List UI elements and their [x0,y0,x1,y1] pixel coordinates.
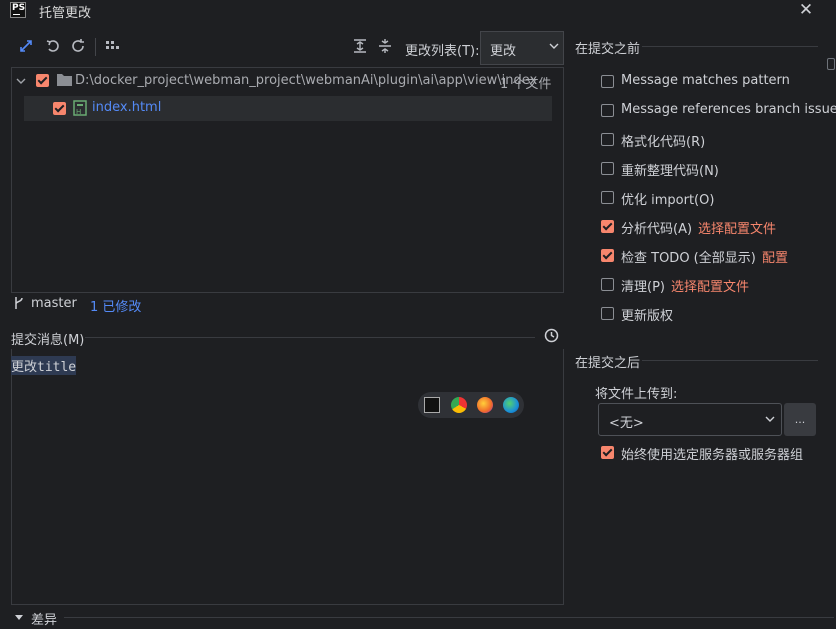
show-diff-icon[interactable] [17,38,35,56]
refresh-icon[interactable] [69,38,87,56]
option-checkbox[interactable] [601,191,614,204]
modified-count[interactable]: 1 已修改 [90,296,141,315]
more-button[interactable]: ... [784,403,816,436]
option-checkbox[interactable] [601,133,614,146]
diff-label[interactable]: 差异 [31,609,57,628]
option-label: 更新版权 [621,309,674,324]
upload-label: 将文件上传到: [595,387,678,402]
option-checkbox[interactable] [601,307,614,320]
option-config-link[interactable]: 选择配置文件 [698,218,776,237]
changelist-label: 更改列表(T): [405,44,480,59]
option-label: 格式化代码(R) [621,135,706,150]
upload-server-select[interactable]: <无> [598,403,782,436]
chrome-icon[interactable] [451,397,467,413]
commit-message-text[interactable]: 更改title [11,356,77,375]
root-path: D:\docker_project\webman_project\webmanA… [75,73,538,88]
option-label: 优化 import(O) [621,193,715,208]
phpstorm-logo-icon: PS [10,2,26,18]
commit-message-label: 提交消息(M) [11,333,85,348]
html-file-icon: H [73,100,88,120]
browser-icons-popup [418,392,524,418]
scrollbar[interactable] [827,58,835,70]
toolbar-separator [95,38,96,56]
option-label: Message matches pattern [621,73,790,88]
chevron-down-icon [549,40,559,55]
group-by-icon[interactable] [103,38,121,56]
changelist-select[interactable]: 更改 [480,31,564,65]
expand-all-icon[interactable] [351,38,369,56]
option-config-link[interactable]: 配置 [762,247,788,266]
changelist-value: 更改 [490,44,517,59]
divider [64,617,834,618]
divider [85,337,535,338]
window-title: 托管更改 [39,6,92,21]
option-checkbox[interactable] [601,220,614,233]
always-use-checkbox[interactable] [601,446,614,459]
option-label: 重新整理代码(N) [621,164,719,179]
close-icon[interactable]: ✕ [797,0,815,20]
option-checkbox[interactable] [601,278,614,291]
upload-server-value: <无> [609,416,644,431]
history-clock-icon[interactable] [544,328,559,347]
phpstorm-browser-icon[interactable] [424,397,440,413]
option-label: 清理(P) [621,280,665,295]
folder-icon [57,73,72,90]
title-bar [0,0,836,22]
divider [642,360,818,361]
commit-message-input[interactable] [11,349,564,605]
expand-arrow-icon[interactable] [16,75,26,90]
file-checkbox[interactable] [53,102,66,115]
root-checkbox[interactable] [36,74,49,87]
option-checkbox[interactable] [601,75,614,88]
diff-collapse-icon[interactable] [14,612,24,627]
collapse-all-icon[interactable] [376,38,394,56]
firefox-icon[interactable] [477,397,493,413]
after-commit-heading: 在提交之后 [575,356,641,371]
rollback-icon[interactable] [44,38,62,56]
chevron-down-icon [765,413,775,428]
before-commit-heading: 在提交之前 [575,42,641,57]
branch-icon [13,296,25,314]
svg-text:H: H [76,108,81,116]
option-label: 检查 TODO (全部显示) [621,251,756,266]
option-checkbox[interactable] [601,249,614,262]
file-name[interactable]: index.html [92,100,161,115]
branch-name[interactable]: master [31,296,77,311]
option-label: 分析代码(A) [621,222,693,237]
option-config-link[interactable]: 选择配置文件 [671,276,749,295]
option-checkbox[interactable] [601,162,614,175]
edge-icon[interactable] [503,397,519,413]
divider [642,46,818,47]
root-file-count: 1 个文件 [500,77,552,92]
always-use-label: 始终使用选定服务器或服务器组 [621,448,804,463]
option-checkbox[interactable] [601,104,614,117]
option-label: Message references branch issue [621,102,836,117]
